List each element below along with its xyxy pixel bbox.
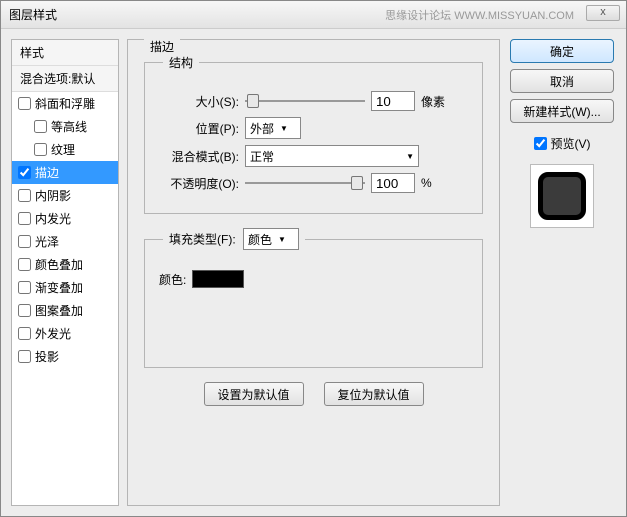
fill-type-select[interactable]: 颜色▼ <box>243 228 299 250</box>
titlebar: 图层样式 思缘设计论坛 WWW.MISSYUAN.COM x <box>1 1 626 29</box>
fill-legend: 填充类型(F): 颜色▼ <box>163 228 305 250</box>
style-item-checkbox[interactable] <box>18 97 31 110</box>
make-default-button[interactable]: 设置为默认值 <box>204 382 304 406</box>
opacity-slider[interactable] <box>245 176 365 190</box>
style-item-checkbox[interactable] <box>34 143 47 156</box>
color-label: 颜色: <box>159 271 186 288</box>
style-item-checkbox[interactable] <box>18 281 31 294</box>
size-input[interactable] <box>371 91 415 111</box>
panel-title: 描边 <box>144 38 180 55</box>
style-item-label: 内阴影 <box>35 187 71 204</box>
style-item-label: 光泽 <box>35 233 59 250</box>
styles-header[interactable]: 样式 <box>12 40 118 66</box>
style-item-checkbox[interactable] <box>18 235 31 248</box>
style-item[interactable]: 外发光 <box>12 322 118 345</box>
window-title: 图层样式 <box>9 6 57 23</box>
style-item-checkbox[interactable] <box>34 120 47 133</box>
style-item[interactable]: 图案叠加 <box>12 299 118 322</box>
style-item-checkbox[interactable] <box>18 189 31 202</box>
chevron-down-icon: ▼ <box>278 235 286 244</box>
style-item[interactable]: 颜色叠加 <box>12 253 118 276</box>
settings-panel: 描边 结构 大小(S): 像素 位置(P): 外部▼ 混合模式(B): 正常▼ <box>127 39 500 506</box>
opacity-unit: % <box>421 176 432 190</box>
style-item-label: 等高线 <box>51 118 87 135</box>
style-item[interactable]: 光泽 <box>12 230 118 253</box>
close-button[interactable]: x <box>586 5 620 21</box>
style-item-label: 内发光 <box>35 210 71 227</box>
style-item-label: 投影 <box>35 348 59 365</box>
preview-box <box>530 164 594 228</box>
style-item[interactable]: 纹理 <box>12 138 118 161</box>
style-item[interactable]: 斜面和浮雕 <box>12 92 118 115</box>
fill-type-label: 填充类型(F): <box>169 233 236 247</box>
style-item-label: 图案叠加 <box>35 302 83 319</box>
blend-mode-label: 混合模式(B): <box>155 148 239 165</box>
style-item-checkbox[interactable] <box>18 166 31 179</box>
action-panel: 确定 取消 新建样式(W)... 预览(V) <box>508 39 616 506</box>
structure-group: 结构 大小(S): 像素 位置(P): 外部▼ 混合模式(B): 正常▼ 不透明… <box>144 54 483 214</box>
style-item-label: 颜色叠加 <box>35 256 83 273</box>
style-item-label: 纹理 <box>51 141 75 158</box>
default-buttons-row: 设置为默认值 复位为默认值 <box>138 382 489 406</box>
preview-swatch <box>538 172 586 220</box>
style-item[interactable]: 描边 <box>12 161 118 184</box>
blend-options-header[interactable]: 混合选项:默认 <box>12 66 118 92</box>
style-item[interactable]: 渐变叠加 <box>12 276 118 299</box>
style-list: 斜面和浮雕等高线纹理描边内阴影内发光光泽颜色叠加渐变叠加图案叠加外发光投影 <box>12 92 118 505</box>
blend-mode-select[interactable]: 正常▼ <box>245 145 419 167</box>
position-label: 位置(P): <box>155 120 239 137</box>
chevron-down-icon: ▼ <box>280 124 288 133</box>
size-slider[interactable] <box>245 94 365 108</box>
style-item-label: 斜面和浮雕 <box>35 95 95 112</box>
color-swatch[interactable] <box>192 270 244 288</box>
styles-panel: 样式 混合选项:默认 斜面和浮雕等高线纹理描边内阴影内发光光泽颜色叠加渐变叠加图… <box>11 39 119 506</box>
style-item-label: 外发光 <box>35 325 71 342</box>
cancel-button[interactable]: 取消 <box>510 69 614 93</box>
structure-legend: 结构 <box>163 54 199 71</box>
style-item[interactable]: 等高线 <box>12 115 118 138</box>
reset-default-button[interactable]: 复位为默认值 <box>324 382 424 406</box>
style-item-checkbox[interactable] <box>18 350 31 363</box>
style-item-checkbox[interactable] <box>18 327 31 340</box>
preview-checkbox[interactable] <box>534 137 547 150</box>
opacity-input[interactable] <box>371 173 415 193</box>
fill-group: 填充类型(F): 颜色▼ 颜色: <box>144 228 483 368</box>
size-label: 大小(S): <box>155 93 239 110</box>
ok-button[interactable]: 确定 <box>510 39 614 63</box>
style-item-checkbox[interactable] <box>18 304 31 317</box>
style-item[interactable]: 内发光 <box>12 207 118 230</box>
preview-label: 预览(V) <box>551 135 591 152</box>
style-item[interactable]: 内阴影 <box>12 184 118 207</box>
style-item-checkbox[interactable] <box>18 258 31 271</box>
preview-checkbox-row[interactable]: 预览(V) <box>534 135 591 152</box>
chevron-down-icon: ▼ <box>406 152 414 161</box>
style-item[interactable]: 投影 <box>12 345 118 368</box>
position-select[interactable]: 外部▼ <box>245 117 301 139</box>
layer-style-dialog: 图层样式 思缘设计论坛 WWW.MISSYUAN.COM x 样式 混合选项:默… <box>0 0 627 517</box>
style-item-checkbox[interactable] <box>18 212 31 225</box>
style-item-label: 描边 <box>35 164 59 181</box>
style-item-label: 渐变叠加 <box>35 279 83 296</box>
size-unit: 像素 <box>421 93 445 110</box>
opacity-label: 不透明度(O): <box>155 175 239 192</box>
new-style-button[interactable]: 新建样式(W)... <box>510 99 614 123</box>
brand-text: 思缘设计论坛 WWW.MISSYUAN.COM <box>385 7 574 23</box>
